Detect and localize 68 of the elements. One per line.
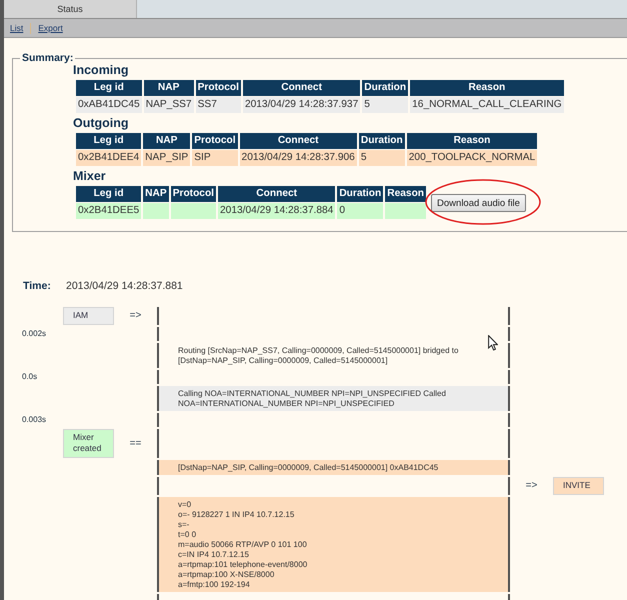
table-cell: SS7 [196, 97, 241, 113]
table-cell: 200_TOOLPACK_NORMAL [406, 150, 538, 166]
column-header: Protocol [196, 80, 241, 96]
table-cell: 2013/04/29 14:28:37.906 [240, 150, 357, 166]
toolbar-link[interactable]: Export [38, 23, 63, 34]
message-line: o=- 9128227 1 IN IP4 10.7.12.15 [178, 510, 296, 520]
message-line: c=IN IP4 10.7.12.15 [178, 550, 250, 560]
table-cell: NAP_SIP [143, 150, 190, 166]
message-text: [DstNap=NAP_SIP, Calling=0000009, Called=5145000001] 0xAB41DC45 [178, 463, 440, 473]
message-line: m=audio 50066 RTP/AVP 0 101 100 [178, 540, 308, 550]
direction-label: == [128, 436, 142, 450]
message-text: Routing [SrcNap=NAP_SS7, Calling=0000009, Called=5145000001] bridged to [DstNap=NAP_SIP, Calling=0000009, Called=5145000001] [178, 346, 460, 366]
toolbar-link[interactable]: List [10, 23, 24, 34]
column-header: Leg id [76, 133, 142, 149]
table-cell: 0x2B41DEE4 [76, 150, 142, 166]
column-header: NAP [144, 80, 194, 96]
time-offset: 0.0s [21, 371, 38, 383]
table-cell: 2013/04/29 14:28:37.937 [242, 97, 360, 113]
time-offset: 0.003s [21, 414, 48, 426]
table-cell: 16_NORMAL_CALL_CLEARING [410, 97, 564, 113]
column-header: Connect [242, 80, 360, 96]
mouse-pointer-icon [488, 335, 498, 351]
table-cell: 0 [337, 203, 384, 219]
column-header: Duration [358, 133, 405, 149]
section-title: Incoming [73, 63, 130, 77]
column-header: Reason [406, 133, 538, 149]
section-title: Mixer [73, 169, 107, 183]
column-header: Connect [240, 133, 357, 149]
column-header: Connect [218, 186, 336, 202]
message-line: a=fmtp:100 192-194 [178, 580, 251, 590]
direction-label: => [524, 479, 538, 493]
table-cell: 5 [362, 97, 408, 113]
panel-legend: Summary: [20, 53, 76, 63]
table-cell: 0x2B41DEE5 [76, 203, 142, 219]
column-header: Leg id [76, 186, 142, 202]
message-tag: Mixer created [63, 429, 114, 458]
download-button[interactable]: Download audio file [431, 194, 526, 212]
table-cell: NAP_SS7 [144, 97, 194, 113]
table-cell [385, 203, 426, 219]
table-cell: 2013/04/29 14:28:37.884 [218, 203, 336, 219]
table-cell: 5 [358, 150, 405, 166]
time-label: Time: [23, 279, 52, 293]
column-header: NAP [143, 133, 190, 149]
table-cell [170, 203, 216, 219]
column-header: Protocol [170, 186, 216, 202]
message-line: a=rtpmap:101 telephone-event/8000 [178, 560, 308, 570]
message-line: t=0 0 [178, 530, 198, 540]
table-cell: 0xAB41DC45 [76, 97, 142, 113]
table-cell: SIP [192, 150, 238, 166]
tab[interactable]: Status [4, 0, 137, 18]
table-cell [143, 203, 169, 219]
column-header: Leg id [76, 80, 142, 96]
time-value: 2013/04/29 14:28:37.881 [66, 279, 183, 293]
column-header: Reason [385, 186, 426, 202]
column-header: Duration [337, 186, 384, 202]
message-tag: IAM [63, 307, 114, 325]
message-text: Calling NOA=INTERNATIONAL_NUMBER NPI=NPI_UNSPECIFIED Called NOA=INTERNATIONAL_NUMBER NPI=NPI_UNSPECIFIED [178, 389, 447, 409]
column-header: NAP [143, 186, 169, 202]
section-title: Outgoing [73, 116, 130, 130]
direction-label: => [128, 309, 142, 323]
time-offset: 0.002s [21, 328, 48, 340]
message-line: a=rtpmap:100 X-NSE/8000 [178, 570, 276, 580]
column-header: Duration [362, 80, 408, 96]
message-line: s=- [178, 520, 190, 530]
message-tag: INVITE [553, 477, 604, 495]
column-header: Protocol [192, 133, 238, 149]
message-line: v=0 [178, 500, 192, 510]
column-header: Reason [410, 80, 564, 96]
